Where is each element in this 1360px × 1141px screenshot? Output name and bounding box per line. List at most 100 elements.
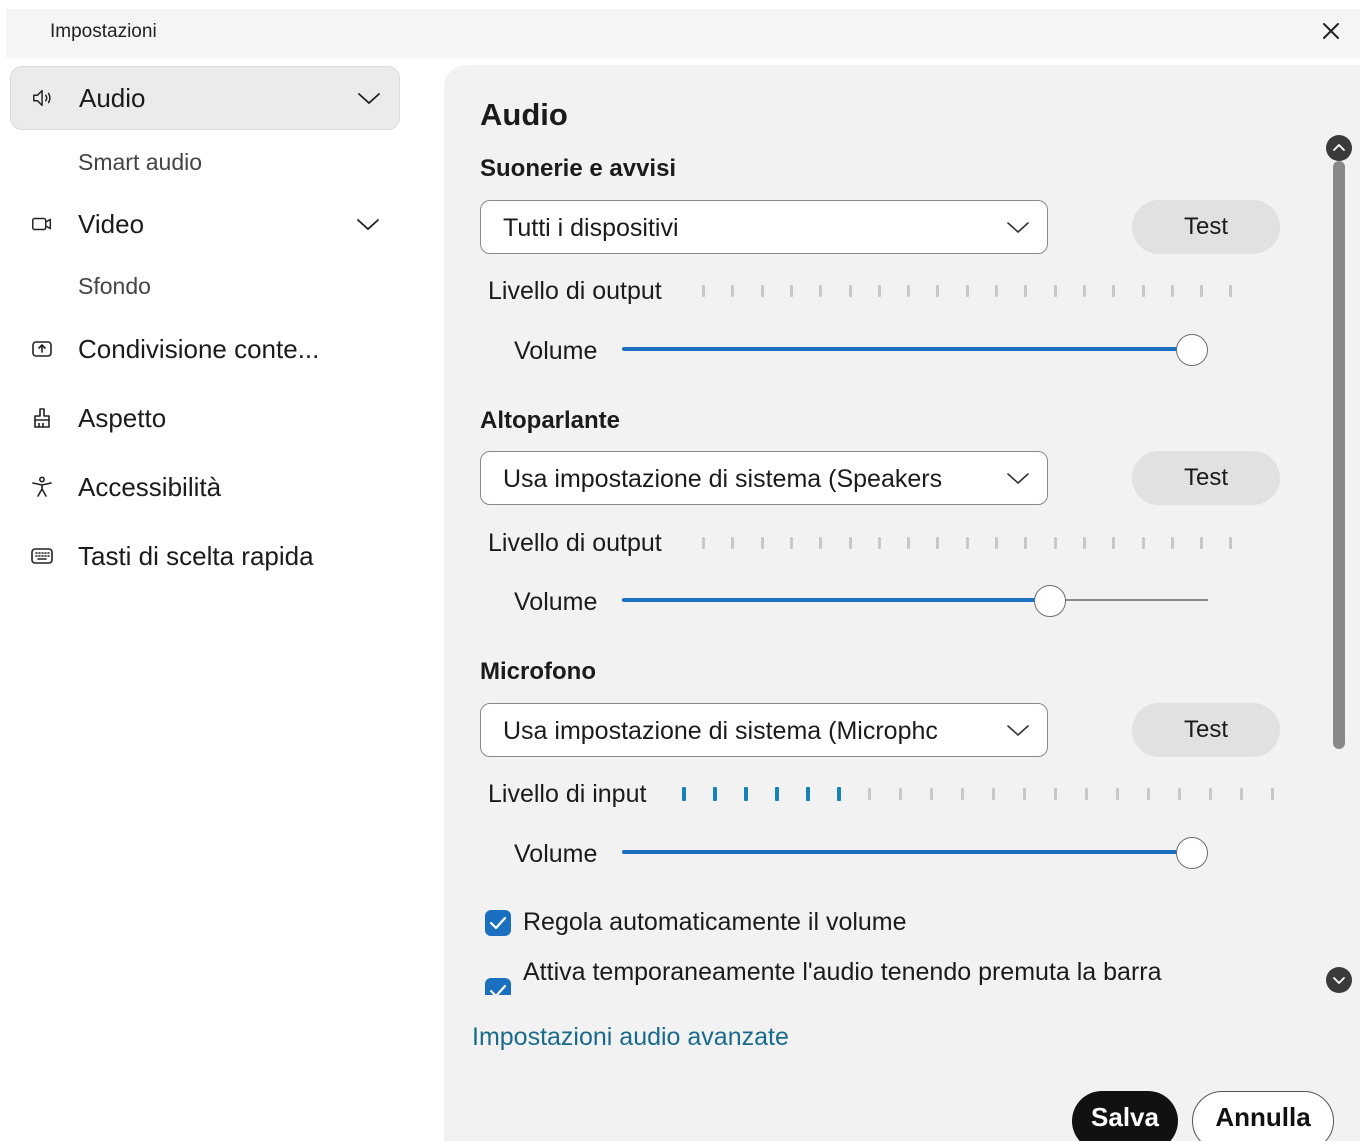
- sidebar-item-accessibility[interactable]: Accessibilità: [10, 455, 400, 519]
- sidebar-item-content-sharing[interactable]: Condivisione conte...: [10, 317, 400, 381]
- speaker-icon: [31, 86, 55, 110]
- section-title-microphone: Microfono: [480, 658, 596, 685]
- speaker-device-dropdown[interactable]: Usa impostazione di sistema (Speakers: [480, 451, 1048, 505]
- ringtones-device-dropdown[interactable]: Tutti i dispositivi: [480, 200, 1048, 254]
- level-meter-tick: [868, 788, 871, 800]
- level-meter-tick: [760, 537, 764, 549]
- level-meter-tick: [907, 285, 911, 297]
- level-meter-tick: [1209, 788, 1212, 800]
- level-meter-tick: [1200, 537, 1204, 549]
- sidebar-item-smart-audio[interactable]: Smart audio: [78, 149, 202, 176]
- level-meter-tick: [1082, 537, 1086, 549]
- level-meter-tick: [775, 787, 779, 801]
- level-meter-tick: [702, 285, 705, 297]
- microphone-test-button[interactable]: Test: [1132, 703, 1280, 757]
- volume-label: Volume: [514, 588, 598, 616]
- chevron-down-icon: [1003, 468, 1029, 490]
- share-screen-icon: [30, 337, 54, 361]
- level-meter-tick: [1085, 788, 1088, 800]
- advanced-audio-settings-link[interactable]: Impostazioni audio avanzate: [472, 1023, 789, 1052]
- level-meter-tick: [995, 285, 998, 297]
- cancel-button[interactable]: Annulla: [1192, 1091, 1334, 1141]
- microphone-volume-slider[interactable]: [622, 837, 1208, 869]
- level-meter-tick: [1141, 285, 1145, 297]
- level-meter-tick: [837, 787, 841, 801]
- output-level-label: Livello di output: [488, 277, 662, 305]
- level-meter-tick: [930, 788, 933, 800]
- level-meter-tick: [848, 285, 852, 297]
- save-button[interactable]: Salva: [1072, 1091, 1178, 1141]
- scrollbar[interactable]: [1324, 135, 1354, 997]
- page-title: Audio: [480, 97, 568, 132]
- level-meter-tick: [965, 537, 969, 549]
- level-meter-tick: [877, 285, 881, 297]
- chevron-up-icon: [1333, 143, 1345, 151]
- slider-thumb[interactable]: [1176, 334, 1208, 366]
- level-meter-tick: [731, 537, 735, 549]
- scrollbar-thumb[interactable]: [1333, 161, 1345, 749]
- speaker-test-button[interactable]: Test: [1132, 451, 1280, 505]
- section-title-speaker: Altoparlante: [480, 407, 621, 434]
- level-meter-tick: [961, 788, 964, 800]
- sidebar-item-label: Accessibilità: [78, 471, 222, 502]
- level-meter-tick: [702, 537, 705, 549]
- level-meter-tick: [1178, 788, 1181, 800]
- level-meter-tick: [1170, 285, 1174, 297]
- scroll-down-button[interactable]: [1326, 967, 1352, 993]
- scroll-clip-edge: [444, 995, 1360, 1009]
- level-meter-tick: [1229, 285, 1233, 297]
- chevron-down-icon: [1003, 217, 1029, 239]
- volume-label: Volume: [514, 840, 598, 868]
- title-bar-background: [6, 9, 1360, 58]
- level-meter-tick: [1170, 537, 1174, 549]
- level-meter-tick: [1229, 537, 1233, 549]
- sidebar-item-shortcuts[interactable]: Tasti di scelta rapida: [10, 524, 400, 588]
- level-meter-tick: [995, 537, 998, 549]
- level-meter-tick: [713, 787, 717, 801]
- checkmark-icon: [489, 916, 507, 930]
- level-meter-tick: [806, 787, 810, 801]
- sidebar-item-audio[interactable]: Audio: [10, 66, 400, 130]
- ringtones-test-button[interactable]: Test: [1132, 200, 1280, 254]
- input-level-label: Livello di input: [488, 780, 647, 808]
- level-meter-tick: [1082, 285, 1086, 297]
- dropdown-value: Tutti i dispositivi: [503, 214, 679, 242]
- microphone-device-dropdown[interactable]: Usa impostazione di sistema (Microphc: [480, 703, 1048, 757]
- sidebar-item-label: Tasti di scelta rapida: [78, 540, 314, 571]
- volume-label: Volume: [514, 337, 598, 365]
- brush-icon: [30, 406, 54, 430]
- chevron-up-icon[interactable]: [357, 86, 381, 110]
- chevron-down-icon[interactable]: [356, 212, 380, 236]
- sidebar-item-label: Video: [78, 208, 145, 239]
- sidebar-item-video[interactable]: Video: [10, 192, 400, 256]
- camera-icon: [30, 212, 54, 236]
- slider-fill: [622, 598, 1050, 602]
- slider-thumb[interactable]: [1033, 585, 1066, 617]
- output-level-meter: [702, 285, 1262, 299]
- sidebar-item-appearance[interactable]: Aspetto: [10, 386, 400, 450]
- sidebar-item-background[interactable]: Sfondo: [78, 273, 151, 300]
- level-meter-tick: [848, 537, 852, 549]
- output-level-label: Livello di output: [488, 529, 662, 557]
- accessibility-icon: [30, 475, 54, 499]
- level-meter-tick: [907, 537, 911, 549]
- level-meter-tick: [1112, 285, 1116, 297]
- title-bar: Impostazioni: [0, 0, 1360, 58]
- window-title: Impostazioni: [50, 21, 157, 42]
- chevron-down-icon: [1333, 977, 1345, 985]
- auto-volume-checkbox[interactable]: [485, 910, 511, 936]
- section-title-ringtones: Suonerie e avvisi: [480, 155, 677, 182]
- ringtones-volume-slider[interactable]: [622, 334, 1208, 366]
- level-meter-tick: [760, 285, 764, 297]
- dropdown-value: Usa impostazione di sistema (Microphc: [503, 717, 938, 745]
- sidebar-item-label: Aspetto: [78, 402, 167, 433]
- sidebar-item-label: Condivisione conte...: [78, 333, 320, 364]
- level-meter-tick: [731, 285, 735, 297]
- push-to-talk-label: Attiva temporaneamente l'audio tenendo p…: [523, 958, 1162, 986]
- speaker-volume-slider[interactable]: [622, 585, 1208, 617]
- close-button[interactable]: [1316, 16, 1346, 46]
- sidebar-item-label: Audio: [79, 82, 146, 113]
- slider-thumb[interactable]: [1176, 837, 1208, 869]
- scroll-up-button[interactable]: [1326, 135, 1352, 161]
- level-meter-tick: [1147, 788, 1150, 800]
